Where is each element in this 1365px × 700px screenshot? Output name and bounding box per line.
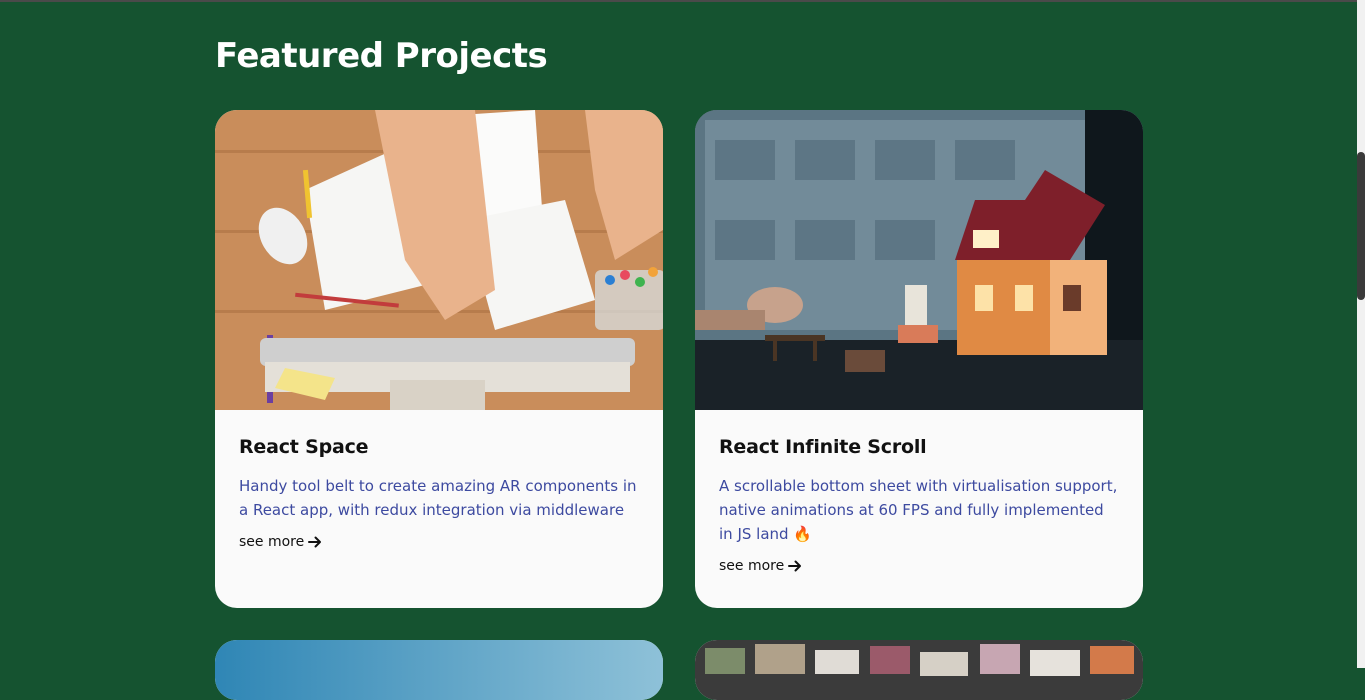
- project-card-partial-left[interactable]: [215, 640, 663, 700]
- project-description: A scrollable bottom sheet with virtualis…: [719, 477, 1118, 543]
- see-more-label: see more: [719, 558, 785, 574]
- page-scrollbar-track[interactable]: [1357, 0, 1365, 668]
- desk-illustration: [215, 110, 663, 410]
- project-title: React Infinite Scroll: [719, 436, 927, 458]
- see-more-link[interactable]: see more: [239, 534, 322, 550]
- toy-house-illustration: [695, 110, 1143, 410]
- blocks-illustration: [695, 640, 1143, 700]
- project-image-blocks: [695, 640, 1143, 700]
- sky-illustration: [215, 640, 663, 700]
- project-image-toy-house: [695, 110, 1143, 410]
- arrow-right-icon: [308, 536, 322, 548]
- page-scrollbar-thumb[interactable]: [1357, 152, 1365, 300]
- window-top-border: [0, 0, 1365, 2]
- project-image-desk: [215, 110, 663, 410]
- project-title: React Space: [239, 436, 369, 458]
- project-description: Handy tool belt to create amazing AR com…: [239, 477, 637, 519]
- see-more-link[interactable]: see more: [719, 558, 802, 574]
- project-card-react-infinite-scroll[interactable]: React Infinite Scroll A scrollable botto…: [695, 110, 1143, 608]
- project-card-partial-right[interactable]: [695, 640, 1143, 700]
- project-card-react-space[interactable]: React Space Handy tool belt to create am…: [215, 110, 663, 608]
- project-image-sky: [215, 640, 663, 700]
- see-more-label: see more: [239, 534, 305, 550]
- section-title: Featured Projects: [215, 36, 548, 76]
- arrow-right-icon: [788, 560, 802, 572]
